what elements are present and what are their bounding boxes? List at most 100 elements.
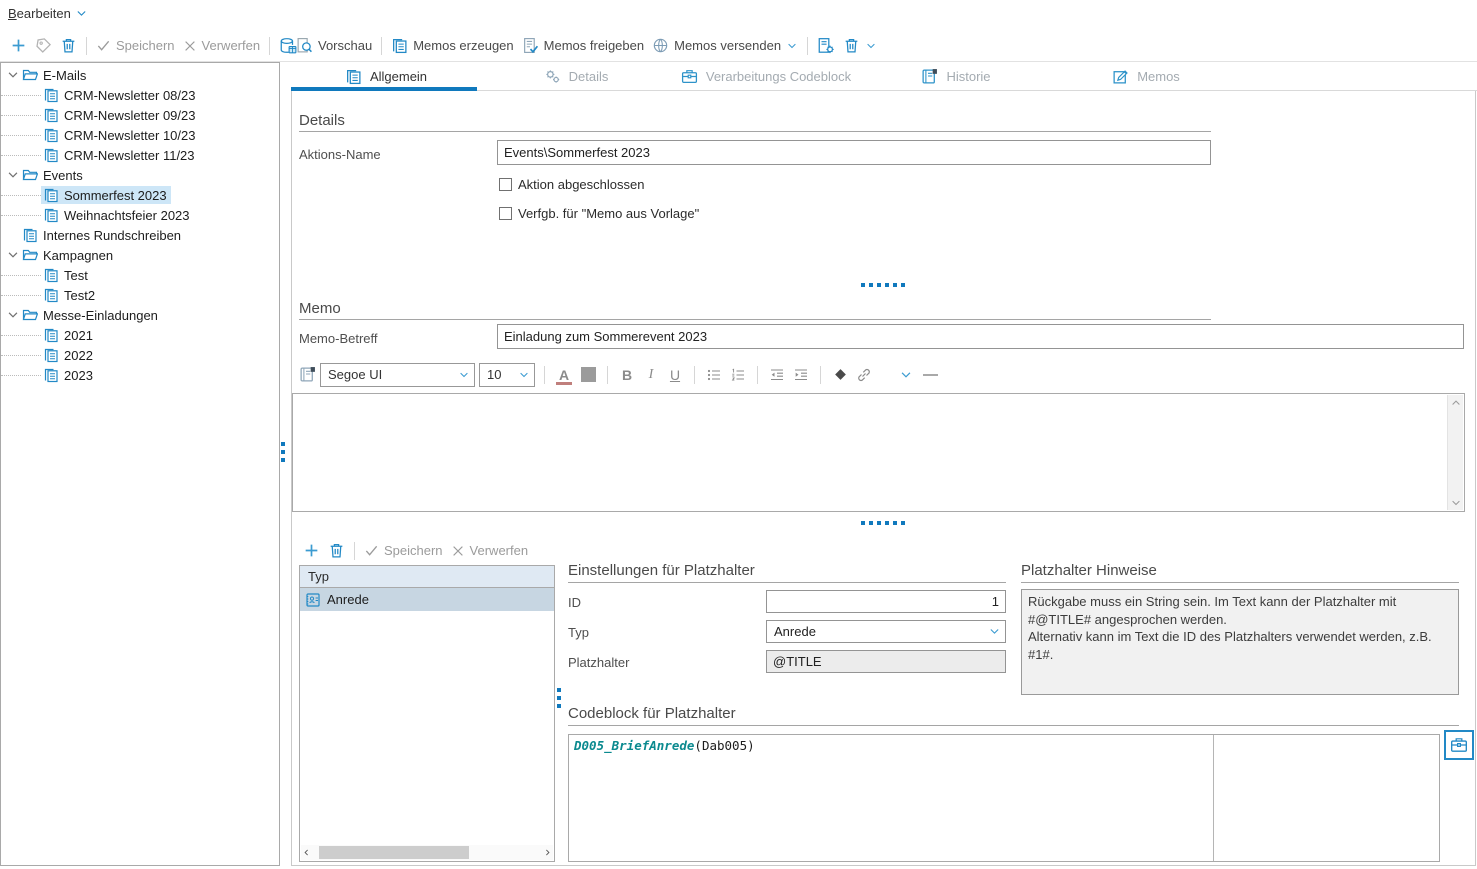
chevron-down-icon[interactable]	[6, 248, 20, 262]
checkbox-box[interactable]	[499, 207, 512, 220]
checkbox-box[interactable]	[499, 178, 512, 191]
tree-item-e-mails[interactable]: E-Mails	[1, 65, 279, 85]
save-button[interactable]: Speichern	[92, 34, 179, 58]
menu-bearbeiten[interactable]: Bearbeiten	[8, 6, 88, 21]
memo-icon	[43, 87, 59, 103]
symbol-button[interactable]	[830, 364, 850, 386]
chevron-down-icon[interactable]	[6, 68, 20, 82]
checkbox-action-completed[interactable]: Aktion abgeschlossen	[499, 177, 644, 192]
scroll-up-arrow[interactable]	[1448, 395, 1464, 410]
action-name-input[interactable]	[497, 140, 1211, 165]
bold-button[interactable]: B	[617, 364, 637, 386]
tree-item-kampagnen[interactable]: Kampagnen	[1, 245, 279, 265]
underline-button[interactable]: U	[665, 364, 685, 386]
tree-item-crm-newsletter-08-23[interactable]: CRM-Newsletter 08/23	[1, 85, 279, 105]
tree-item-events[interactable]: Events	[1, 165, 279, 185]
tree-item-label: CRM-Newsletter 11/23	[64, 148, 195, 163]
scroll-down-arrow[interactable]	[1448, 495, 1464, 510]
tree-item-weihnachtsfeier-2023[interactable]: Weihnachtsfeier 2023	[1, 205, 279, 225]
scroll-right-arrow[interactable]	[542, 845, 553, 860]
italic-button[interactable]: I	[641, 364, 661, 386]
briefcase-icon	[1450, 736, 1468, 754]
stationery-icon[interactable]	[299, 366, 316, 383]
font-color-button[interactable]: A	[554, 364, 574, 386]
scrollbar-thumb[interactable]	[319, 846, 469, 859]
toolbar-separator	[694, 366, 695, 384]
tree-item-2022[interactable]: 2022	[1, 345, 279, 365]
tree-item-test[interactable]: Test	[1, 265, 279, 285]
tab-historie[interactable]: Historie	[861, 62, 1051, 91]
placeholder-save-button[interactable]: Speichern	[360, 539, 447, 563]
check-icon	[96, 38, 111, 53]
splitter-handle-vertical[interactable]	[281, 442, 285, 462]
check-icon	[364, 543, 379, 558]
placeholder-delete-button[interactable]	[324, 539, 349, 563]
toolbar-separator	[269, 37, 270, 55]
indent-button[interactable]	[791, 364, 811, 386]
x-icon	[183, 39, 197, 53]
typ-select[interactable]: Anrede	[766, 620, 1006, 643]
tree-item-label: CRM-Newsletter 09/23	[64, 108, 196, 123]
splitter-handle-horizontal[interactable]	[861, 521, 907, 525]
document-settings-button[interactable]	[813, 34, 839, 58]
codeblock-tools-button[interactable]	[1444, 730, 1474, 760]
tree-item-internes-rundschreiben[interactable]: Internes Rundschreiben	[1, 225, 279, 245]
horizontal-scrollbar[interactable]	[301, 845, 553, 860]
outdent-button[interactable]	[767, 364, 787, 386]
scroll-left-arrow[interactable]	[301, 845, 312, 860]
placeholder-discard-button[interactable]: Verwerfen	[447, 539, 533, 563]
tree-item-sommerfest-2023[interactable]: Sommerfest 2023	[1, 185, 279, 205]
tree-item-crm-newsletter-10-23[interactable]: CRM-Newsletter 10/23	[1, 125, 279, 145]
tab-verarbeitungs-codeblock[interactable]: Verarbeitungs Codeblock	[671, 62, 861, 91]
code-function: D005_BriefAnrede	[574, 738, 694, 753]
history-book-icon	[921, 68, 938, 85]
tab-memos[interactable]: Memos	[1051, 62, 1241, 91]
send-memos-button[interactable]: Memos versenden	[648, 34, 802, 58]
tree-item-messe-einladungen[interactable]: Messe-Einladungen	[1, 305, 279, 325]
vertical-scrollbar[interactable]	[1447, 395, 1463, 510]
pencil-square-icon	[1112, 68, 1129, 85]
typ-select-value: Anrede	[774, 624, 988, 639]
chevron-down-icon[interactable]	[6, 168, 20, 182]
tree-item-crm-newsletter-09-23[interactable]: CRM-Newsletter 09/23	[1, 105, 279, 125]
tree-item-crm-newsletter-11-23[interactable]: CRM-Newsletter 11/23	[1, 145, 279, 165]
tree-item-2021[interactable]: 2021	[1, 325, 279, 345]
codeblock-pane-divider[interactable]	[1213, 735, 1214, 861]
tag-button[interactable]	[31, 34, 56, 58]
delete-button[interactable]	[56, 34, 81, 58]
placeholder-table-header[interactable]: Typ	[300, 566, 554, 588]
highlight-color-swatch	[581, 367, 596, 382]
chevron-down-icon[interactable]	[6, 308, 20, 322]
numbered-list-button[interactable]	[728, 364, 748, 386]
tree-item-2023[interactable]: 2023	[1, 365, 279, 385]
memo-subject-input[interactable]	[497, 324, 1464, 349]
memo-body-editor[interactable]	[292, 393, 1465, 512]
discard-button[interactable]: Verwerfen	[179, 34, 265, 58]
release-memos-button[interactable]: Memos freigeben	[518, 34, 648, 58]
hyperlink-button[interactable]	[854, 364, 874, 386]
horizontal-rule-button[interactable]	[920, 364, 940, 386]
add-button[interactable]	[6, 34, 31, 58]
contact-card-icon	[305, 592, 321, 608]
more-options-button[interactable]	[896, 364, 916, 386]
table-row-anrede[interactable]: Anrede	[300, 588, 554, 611]
text-format-toolbar: Segoe UI 10 A B I U	[299, 361, 940, 388]
tree-item-test2[interactable]: Test2	[1, 285, 279, 305]
tab-details[interactable]: Details	[481, 62, 671, 91]
memo-copy-icon	[391, 37, 408, 54]
delete-memos-button[interactable]	[839, 34, 881, 58]
splitter-handle-vertical[interactable]	[557, 688, 561, 708]
checkbox-memo-from-template[interactable]: Verfgb. für "Memo aus Vorlage"	[499, 206, 699, 221]
create-memos-button[interactable]: Memos erzeugen	[387, 34, 517, 58]
splitter-handle-horizontal[interactable]	[861, 283, 907, 287]
placeholder-add-button[interactable]	[299, 539, 324, 563]
highlight-color-button[interactable]	[578, 364, 598, 386]
codeblock-editor[interactable]: D005_BriefAnrede(Dab005)	[568, 734, 1440, 862]
font-family-select[interactable]: Segoe UI	[320, 363, 475, 387]
id-input[interactable]	[766, 590, 1006, 613]
bullet-list-button[interactable]	[704, 364, 724, 386]
diamond-icon	[833, 367, 848, 382]
font-size-select[interactable]: 10	[479, 363, 535, 387]
preview-button[interactable]: Vorschau	[292, 34, 376, 58]
scrollbar-track[interactable]	[312, 845, 542, 860]
